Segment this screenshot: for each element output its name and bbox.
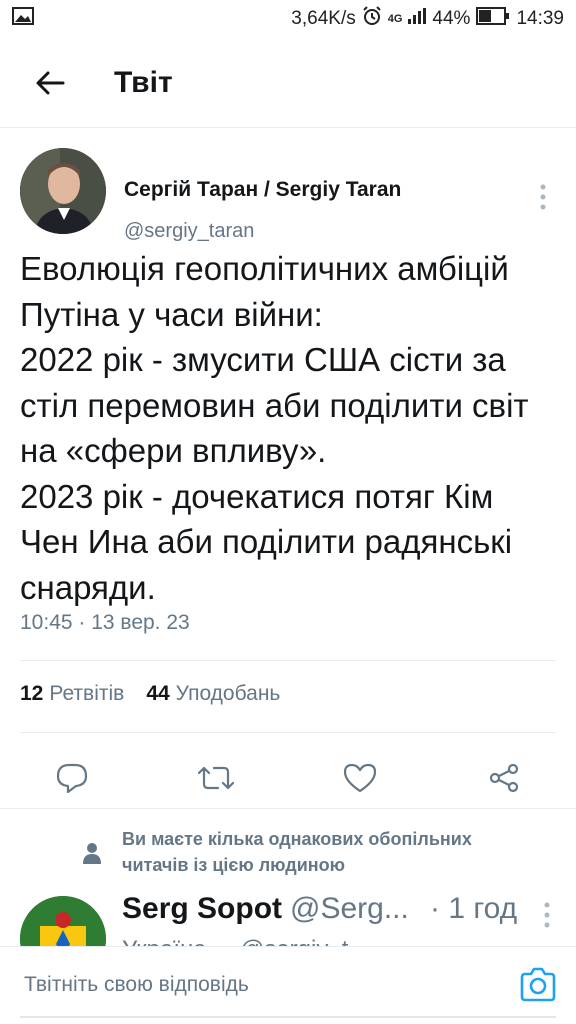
arrow-left-icon [36,71,65,94]
camera-icon [520,967,556,1002]
clock: 14:39 [516,8,564,29]
avatar[interactable] [20,896,106,948]
camera-button[interactable] [518,965,558,1005]
likes-stat[interactable]: 44 Уподобань [146,682,280,706]
status-bar: 3,64K/s 4G 44% 14:39 [0,0,576,38]
battery-percent: 44% [432,8,471,29]
share-icon [489,763,519,793]
tweet-timestamp: 10:45 · 13 вер. 23 [20,611,190,634]
like-button[interactable] [338,756,382,800]
mutual-followers-text: Ви маєте кілька однакових обопільних чит… [122,829,472,875]
divider [20,660,556,661]
signal-icon [408,8,427,30]
tweet-author[interactable]: Сергій Таран / Sergiy Taran @sergiy_tara… [20,148,576,242]
share-button[interactable] [482,756,526,800]
avatar[interactable] [20,148,106,234]
input-underline [20,1016,556,1018]
tweet-stats: 12 Ретвітів 44 Уподобань [20,682,280,706]
network-speed: 3,64K/s [291,8,356,29]
tweet-actions [0,748,576,808]
back-button[interactable] [0,38,100,128]
heart-icon [343,763,377,793]
reply-input[interactable]: Твітніть свою відповідь [24,973,249,997]
reply-author-handle: @Serg... [290,892,409,925]
alarm-icon [362,6,382,32]
author-name: Сергій Таран / Sergiy Taran [124,178,402,201]
tweet-text: Еволюція геополітичних амбіцій Путіна у … [20,250,529,606]
reply-composer: Твітніть свою відповідь [0,946,576,1024]
more-options-icon[interactable] [540,900,554,935]
retweet-icon [198,766,234,790]
reply-button[interactable] [50,756,94,800]
reply-author-name: Serg Sopot [122,892,283,925]
reply-tweet[interactable]: Serg Sopot @Serg... · 1 год Україна ... … [0,888,576,948]
more-options-icon[interactable] [536,182,550,212]
reply-icon [56,763,88,793]
mutual-followers-note: Ви маєте кілька однакових обопільних чит… [0,808,576,888]
divider [20,732,556,733]
network-type: 4G [387,13,403,25]
retweets-label: Ретвітів [49,682,125,705]
author-handle: @sergiy_taran [124,220,255,242]
reply-time: · 1 год [430,892,518,925]
retweets-stat[interactable]: 12 Ретвітів [20,682,124,706]
retweet-button[interactable] [194,756,238,800]
likes-label: Уподобань [175,682,281,705]
app-header: Твіт [0,38,576,128]
person-icon [82,842,102,869]
gallery-notification-icon [12,7,34,31]
battery-icon [476,7,510,31]
page-title: Твіт [114,65,173,99]
likes-count: 44 [146,682,170,705]
retweets-count: 12 [20,682,44,705]
